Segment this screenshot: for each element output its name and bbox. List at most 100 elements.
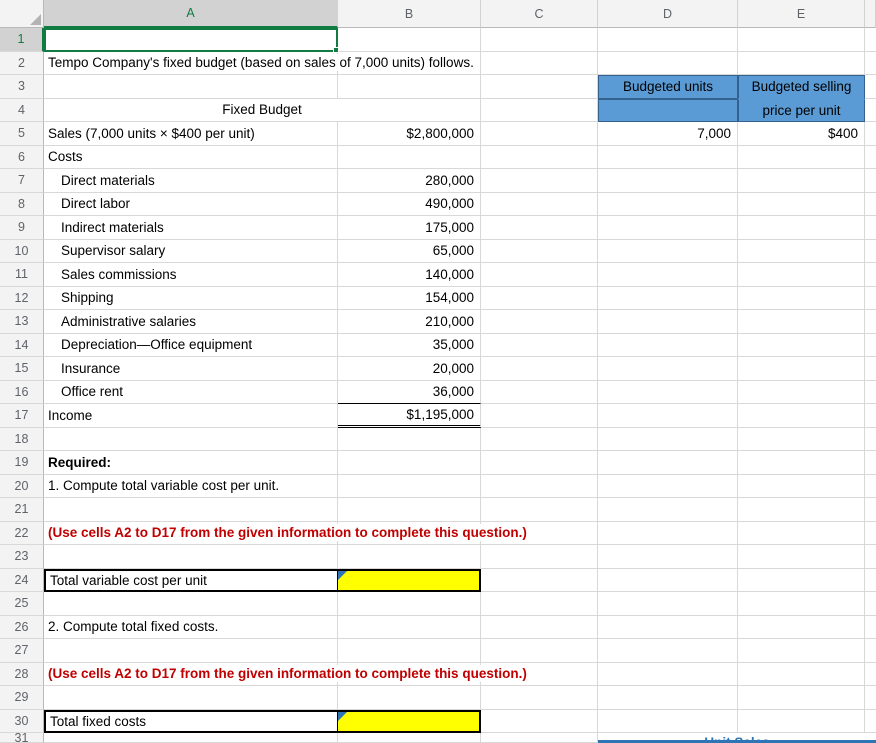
- row-header[interactable]: 10: [0, 240, 44, 264]
- row-header[interactable]: 7: [0, 169, 44, 193]
- cell[interactable]: [44, 545, 338, 569]
- cell[interactable]: [738, 381, 865, 405]
- cell-cost-value[interactable]: 175,000: [338, 216, 481, 240]
- cell[interactable]: [738, 404, 865, 428]
- cell[interactable]: [481, 498, 598, 522]
- cell[interactable]: [44, 592, 338, 616]
- cell[interactable]: [598, 240, 738, 264]
- row-header[interactable]: 9: [0, 216, 44, 240]
- cell-cost-label[interactable]: Indirect materials: [44, 216, 338, 240]
- cell[interactable]: [598, 545, 738, 569]
- select-all-corner[interactable]: [0, 0, 44, 28]
- cell[interactable]: [481, 569, 598, 593]
- cell[interactable]: [338, 592, 481, 616]
- cell[interactable]: [481, 169, 598, 193]
- cell-question-1[interactable]: 1. Compute total variable cost per unit.: [44, 475, 338, 499]
- cell-cost-label[interactable]: Depreciation—Office equipment: [44, 334, 338, 358]
- row-header[interactable]: 12: [0, 287, 44, 311]
- cell-cost-label[interactable]: Sales commissions: [44, 263, 338, 287]
- cell[interactable]: [481, 475, 598, 499]
- cell-intro-text[interactable]: Tempo Company's fixed budget (based on s…: [44, 52, 338, 76]
- cell[interactable]: [598, 686, 738, 710]
- cell-price-per-unit-header[interactable]: price per unit: [738, 99, 865, 123]
- cell[interactable]: [738, 263, 865, 287]
- cell[interactable]: [598, 52, 738, 76]
- cell-income-label[interactable]: Income: [44, 404, 338, 428]
- cell-cost-label[interactable]: Direct materials: [44, 169, 338, 193]
- row-header[interactable]: 27: [0, 639, 44, 663]
- cell-total-variable-cost-label[interactable]: Total variable cost per unit: [44, 569, 338, 593]
- cell[interactable]: [481, 451, 598, 475]
- cell[interactable]: [738, 616, 865, 640]
- cell[interactable]: [598, 639, 738, 663]
- row-header[interactable]: 4: [0, 99, 44, 123]
- cell[interactable]: [481, 639, 598, 663]
- cell[interactable]: [338, 545, 481, 569]
- cell[interactable]: [481, 334, 598, 358]
- row-header[interactable]: 23: [0, 545, 44, 569]
- cell-cost-value[interactable]: 210,000: [338, 310, 481, 334]
- row-header[interactable]: 5: [0, 122, 44, 146]
- cell[interactable]: [738, 686, 865, 710]
- cell[interactable]: [44, 498, 338, 522]
- cell[interactable]: [481, 263, 598, 287]
- cell[interactable]: [481, 710, 598, 734]
- cell[interactable]: [598, 498, 738, 522]
- cell-cost-value[interactable]: 490,000: [338, 193, 481, 217]
- cell[interactable]: [738, 663, 865, 687]
- cell[interactable]: [738, 193, 865, 217]
- cell-cost-value[interactable]: 154,000: [338, 287, 481, 311]
- cell[interactable]: [481, 686, 598, 710]
- row-header[interactable]: 1: [0, 28, 44, 52]
- cell-cost-label[interactable]: Supervisor salary: [44, 240, 338, 264]
- cell-question-2[interactable]: 2. Compute total fixed costs.: [44, 616, 338, 640]
- cell[interactable]: [738, 169, 865, 193]
- input-cell-total-fixed-costs[interactable]: [338, 710, 481, 734]
- cell[interactable]: [598, 146, 738, 170]
- row-header[interactable]: 30: [0, 710, 44, 734]
- cell[interactable]: [598, 592, 738, 616]
- cell[interactable]: [481, 193, 598, 217]
- cell[interactable]: [481, 75, 598, 99]
- cell-budgeted-units-header[interactable]: Budgeted units: [598, 75, 738, 99]
- cell[interactable]: [738, 28, 865, 52]
- row-header[interactable]: 24: [0, 569, 44, 593]
- cell-required-label[interactable]: Required:: [44, 451, 338, 475]
- column-header-b[interactable]: B: [338, 0, 481, 28]
- cell-cost-value[interactable]: 65,000: [338, 240, 481, 264]
- cell-cost-label[interactable]: Shipping: [44, 287, 338, 311]
- cell[interactable]: [338, 28, 481, 52]
- cell[interactable]: [44, 639, 338, 663]
- column-header-d[interactable]: D: [598, 0, 738, 28]
- column-header-c[interactable]: C: [481, 0, 598, 28]
- cell[interactable]: [738, 310, 865, 334]
- cell[interactable]: [598, 334, 738, 358]
- cell[interactable]: [44, 733, 338, 743]
- cell[interactable]: [738, 216, 865, 240]
- cell-sales-amount[interactable]: $2,800,000: [338, 122, 481, 146]
- cell-budgeted-selling-header[interactable]: Budgeted selling: [738, 75, 865, 99]
- cell[interactable]: [338, 146, 481, 170]
- row-header[interactable]: 20: [0, 475, 44, 499]
- cell[interactable]: [738, 545, 865, 569]
- cell-fixed-budget-title[interactable]: Fixed Budget: [44, 99, 481, 123]
- row-header[interactable]: 22: [0, 522, 44, 546]
- cell[interactable]: [598, 28, 738, 52]
- row-header[interactable]: 18: [0, 428, 44, 452]
- row-header[interactable]: 15: [0, 357, 44, 381]
- cell[interactable]: [598, 451, 738, 475]
- cell-income-total[interactable]: $1,195,000: [338, 404, 481, 428]
- row-header[interactable]: 14: [0, 334, 44, 358]
- cell[interactable]: [338, 451, 481, 475]
- row-header[interactable]: 3: [0, 75, 44, 99]
- cell-costs-label[interactable]: Costs: [44, 146, 338, 170]
- cell-selling-price-value[interactable]: $400: [738, 122, 865, 146]
- cell[interactable]: [598, 287, 738, 311]
- cell[interactable]: [598, 663, 738, 687]
- cell[interactable]: [44, 428, 338, 452]
- column-header-e[interactable]: E: [738, 0, 865, 28]
- cell-partial-blue-header[interactable]: Unit Sales: [598, 733, 876, 743]
- cell[interactable]: [598, 169, 738, 193]
- cell[interactable]: [481, 545, 598, 569]
- cell[interactable]: [598, 569, 738, 593]
